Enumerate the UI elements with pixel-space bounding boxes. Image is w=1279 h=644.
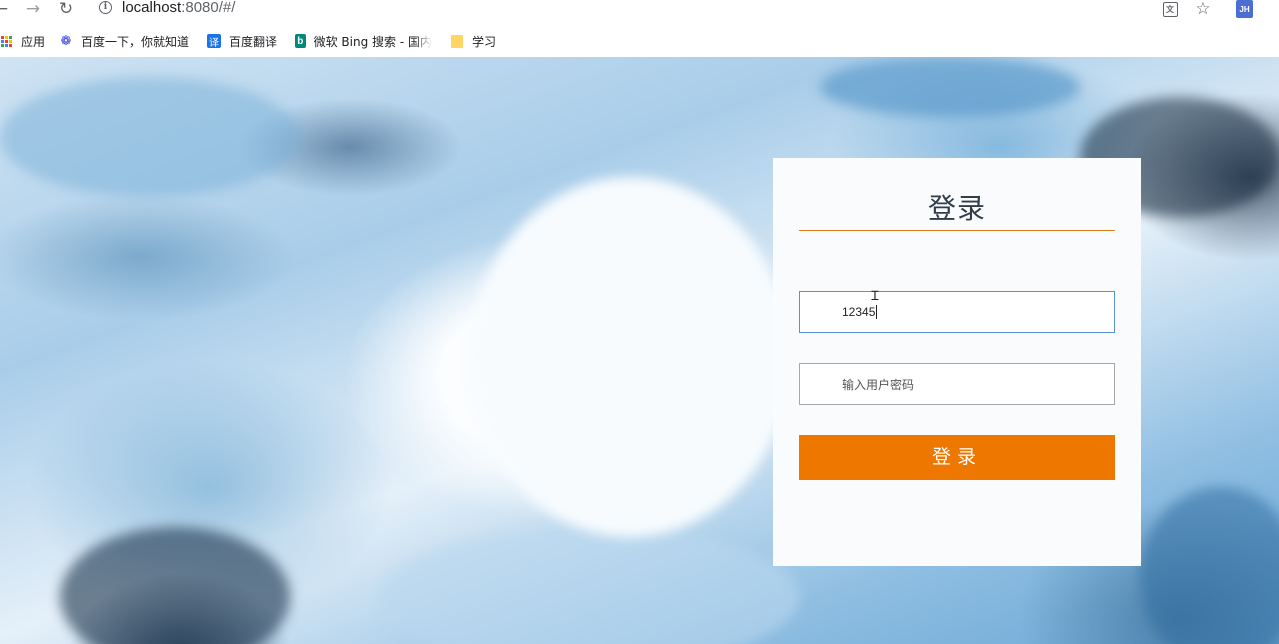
bookmark-label: 微软 Bing 搜索 - 国内 — [313, 34, 432, 49]
baidu-paw-icon: ❁ — [60, 33, 72, 49]
folder-icon — [450, 34, 464, 48]
bookmark-baidu[interactable]: ❁ 百度一下，你就知道 — [59, 32, 189, 50]
star-icon[interactable]: ☆ — [1194, 0, 1212, 19]
url-path: :8080/#/ — [181, 0, 236, 16]
back-arrow-icon[interactable]: ← — [0, 0, 10, 19]
bookmark-label: 学习 — [472, 34, 497, 49]
text-cursor-icon: Ɪ — [871, 289, 879, 304]
bookmark-bing[interactable]: b 微软 Bing 搜索 - 国内 — [295, 32, 432, 50]
bing-icon: b — [295, 34, 306, 48]
profile-avatar[interactable]: JH — [1236, 0, 1253, 18]
password-placeholder: 输入用户密码 — [842, 377, 915, 392]
bookmarks-bar: 应用 ❁ 百度一下，你就知道 译 百度翻译 b 微软 Bing 搜索 - 国内 … — [0, 26, 1279, 57]
login-button[interactable]: 登录 — [799, 435, 1115, 480]
translate-icon[interactable]: 文 — [1162, 0, 1178, 18]
bookmark-label: 百度一下，你就知道 — [81, 34, 190, 49]
title-divider — [799, 230, 1115, 231]
bookmark-label: 应用 — [21, 34, 46, 49]
url-host: localhost — [122, 0, 182, 16]
bookmark-apps[interactable]: 应用 — [0, 32, 45, 50]
info-icon[interactable]: i — [99, 1, 112, 14]
bookmark-folder-study[interactable]: 学习 — [450, 32, 496, 50]
address-bar[interactable]: localhost:8080/#/ — [122, 0, 235, 18]
login-title: 登录 — [927, 192, 986, 225]
username-input[interactable]: 12345 — [799, 291, 1115, 333]
apps-grid-icon — [0, 34, 13, 48]
password-input[interactable]: 输入用户密码 — [799, 363, 1115, 405]
username-value: 12345 — [842, 305, 876, 319]
bookmark-fanyi[interactable]: 译 百度翻译 — [207, 32, 277, 50]
login-card: 登录 12345 输入用户密码 登录 — [773, 158, 1141, 566]
browser-toolbar: ← → ↻ i localhost:8080/#/ 文 ☆ JH — [0, 0, 1279, 26]
reload-icon[interactable]: ↻ — [57, 0, 75, 19]
bookmark-label: 百度翻译 — [229, 34, 278, 49]
text-caret — [876, 305, 878, 319]
forward-arrow-icon[interactable]: → — [24, 0, 42, 19]
fanyi-icon: 译 — [207, 34, 221, 49]
